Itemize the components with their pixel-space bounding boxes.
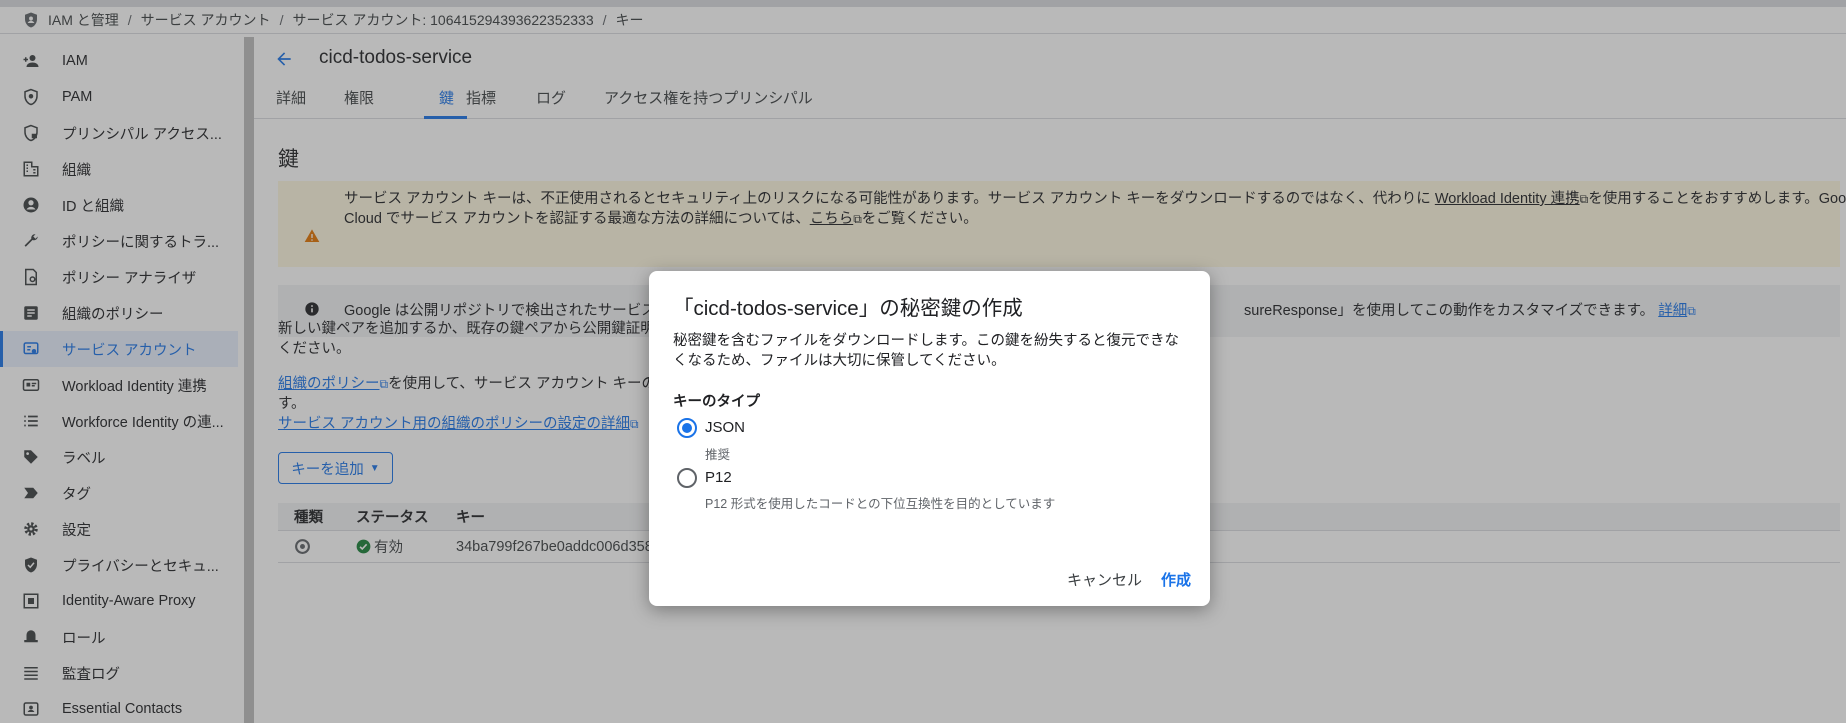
json-option-label[interactable]: JSON [705, 419, 745, 436]
p12-option-hint: P12 形式を使用したコードとの下位互換性を目的としています [705, 497, 1056, 511]
dialog-title: 「cicd-todos-service」の秘密鍵の作成 [673, 297, 1023, 320]
p12-option-label[interactable]: P12 [705, 469, 732, 486]
dialog-description: 秘密鍵を含むファイルをダウンロードします。この鍵を紛失すると復元できなくなるため… [673, 333, 1180, 369]
cancel-button[interactable]: キャンセル [1067, 569, 1142, 590]
create-private-key-dialog: 「cicd-todos-service」の秘密鍵の作成 秘密鍵を含むファイルをダ… [649, 271, 1210, 606]
json-option-hint: 推奨 [705, 448, 731, 462]
p12-radio[interactable] [677, 468, 697, 488]
create-button[interactable]: 作成 [1161, 569, 1191, 590]
json-radio[interactable] [677, 418, 697, 438]
key-type-label: キーのタイプ [673, 394, 760, 410]
